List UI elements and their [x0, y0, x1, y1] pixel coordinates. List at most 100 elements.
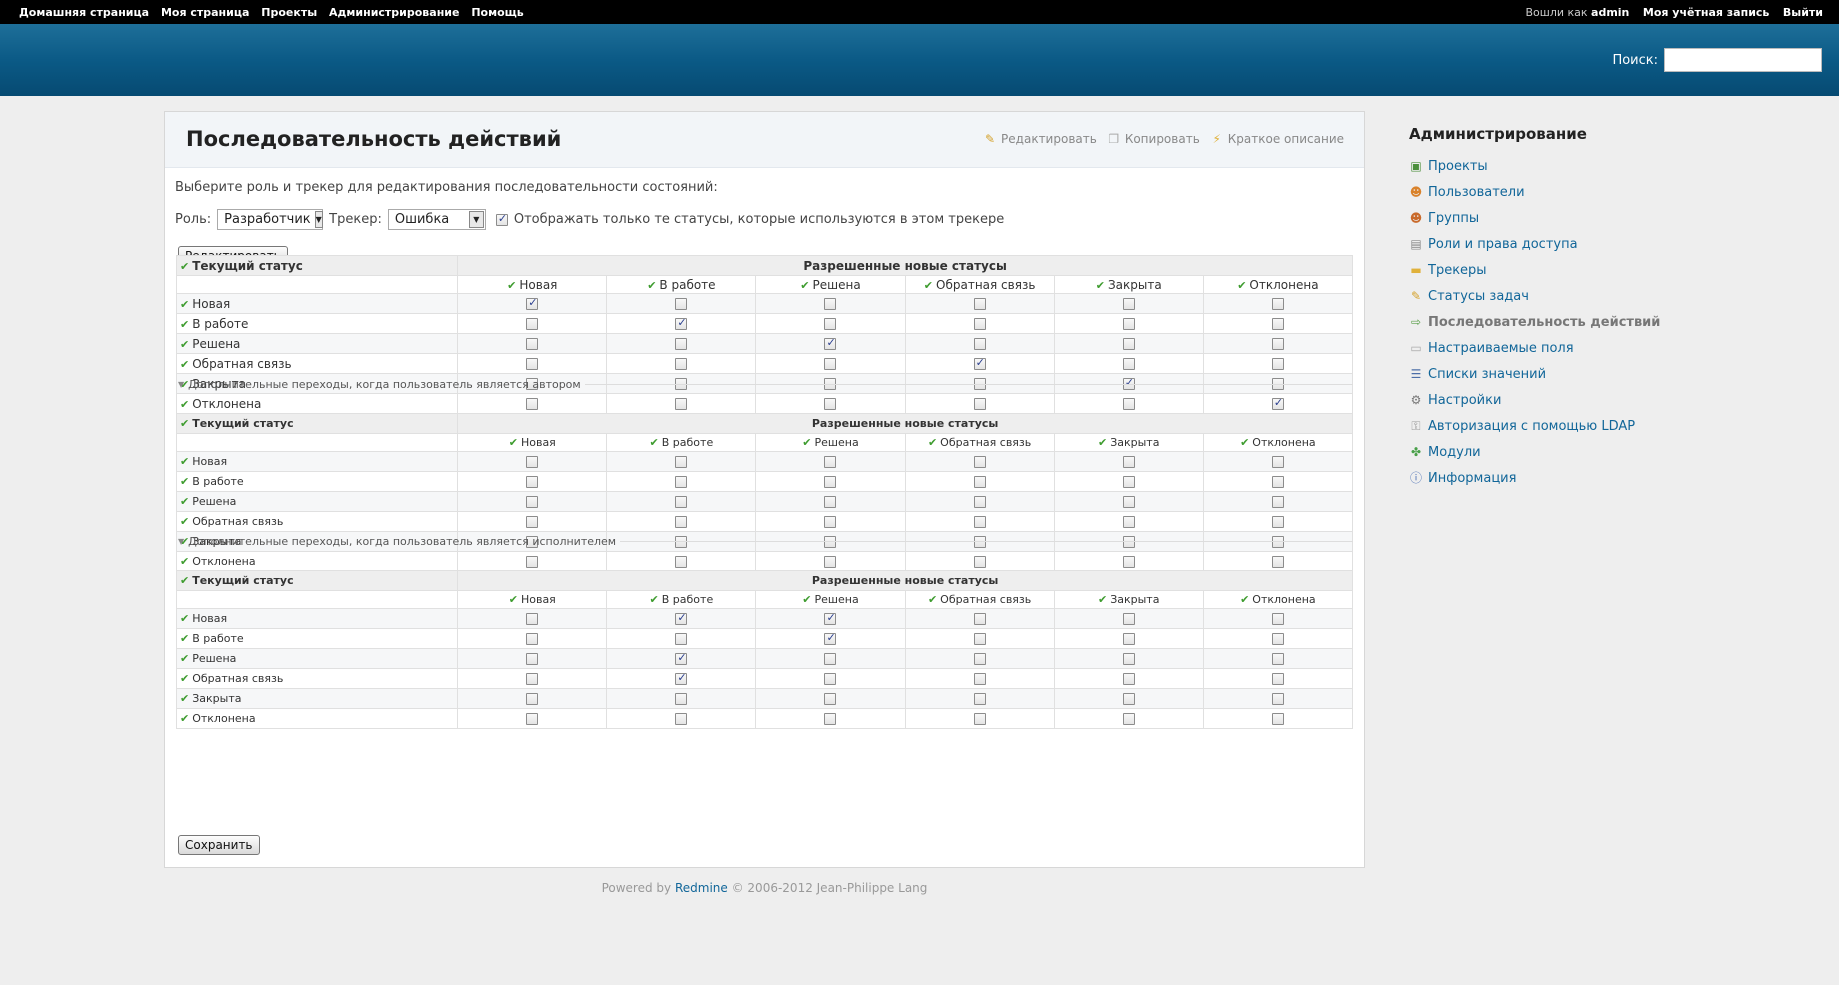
- transition-checkbox[interactable]: [1271, 556, 1284, 568]
- transition-checkbox[interactable]: [526, 693, 539, 705]
- column-header[interactable]: ✔ Новая: [457, 433, 608, 452]
- sidebar-item-ldap[interactable]: ⚿ Авторизация с помощью LDAP: [1409, 413, 1829, 439]
- transition-checkbox[interactable]: [526, 496, 539, 508]
- transition-checkbox[interactable]: [973, 318, 986, 330]
- row-status[interactable]: ✔ Новая: [175, 451, 459, 472]
- column-header[interactable]: ✔ В работе: [606, 433, 757, 452]
- used-only-checkbox[interactable]: [495, 212, 508, 226]
- row-status[interactable]: ✔ Отклонена: [175, 551, 459, 572]
- transition-checkbox[interactable]: [1122, 613, 1135, 625]
- row-status[interactable]: ✔ Отклонена: [175, 393, 459, 414]
- transition-checkbox[interactable]: [675, 456, 688, 468]
- sidebar-item-custom-field[interactable]: ▭ Настраиваемые поля: [1409, 335, 1829, 361]
- row-status[interactable]: ✔ В работе: [175, 313, 459, 334]
- transition-checkbox[interactable]: [1122, 633, 1135, 645]
- transition-checkbox[interactable]: [675, 633, 688, 645]
- sidebar-item-info[interactable]: ⓘ Информация: [1409, 465, 1829, 491]
- transition-checkbox[interactable]: [1122, 398, 1135, 410]
- transition-checkbox[interactable]: [526, 556, 539, 568]
- transition-checkbox[interactable]: [1122, 476, 1135, 488]
- transition-checkbox[interactable]: [526, 673, 539, 685]
- transition-checkbox[interactable]: [1271, 358, 1284, 370]
- menu-administration[interactable]: Администрирование: [329, 6, 459, 19]
- menu-home[interactable]: Домашняя страница: [19, 6, 149, 19]
- transition-checkbox[interactable]: [824, 556, 837, 568]
- menu-my-page[interactable]: Моя страница: [161, 6, 249, 19]
- transition-checkbox[interactable]: [526, 398, 539, 410]
- transition-checkbox[interactable]: [1122, 556, 1135, 568]
- transition-checkbox[interactable]: [973, 298, 986, 310]
- transition-checkbox[interactable]: [675, 496, 688, 508]
- transition-checkbox[interactable]: [1271, 673, 1284, 685]
- transition-checkbox[interactable]: [824, 713, 837, 725]
- transition-checkbox[interactable]: [526, 653, 539, 665]
- transition-checkbox[interactable]: [973, 653, 986, 665]
- transition-checkbox[interactable]: [526, 318, 539, 330]
- transition-checkbox[interactable]: [1271, 713, 1284, 725]
- transition-checkbox[interactable]: [824, 631, 837, 645]
- transition-checkbox[interactable]: [675, 556, 688, 568]
- transition-checkbox[interactable]: [973, 398, 986, 410]
- transition-checkbox[interactable]: [675, 516, 688, 528]
- row-status[interactable]: ✔ Новая: [175, 608, 459, 629]
- transition-checkbox[interactable]: [675, 693, 688, 705]
- transition-checkbox[interactable]: [1122, 713, 1135, 725]
- sidebar-item-projects[interactable]: ▣ Проекты: [1409, 153, 1829, 179]
- column-header[interactable]: ✔ Отклонена: [1202, 433, 1354, 452]
- transition-checkbox[interactable]: [1122, 653, 1135, 665]
- transition-checkbox[interactable]: [973, 613, 986, 625]
- column-header[interactable]: ✔ Обратная связь: [904, 275, 1055, 294]
- row-status[interactable]: ✔ Закрыта: [175, 688, 459, 709]
- search-input[interactable]: [1664, 48, 1822, 72]
- transition-checkbox[interactable]: [1271, 338, 1284, 350]
- transition-checkbox[interactable]: [824, 693, 837, 705]
- transition-checkbox[interactable]: [973, 556, 986, 568]
- sidebar-item-group[interactable]: ☻ Группы: [1409, 205, 1829, 231]
- transition-checkbox[interactable]: [824, 298, 837, 310]
- transition-checkbox[interactable]: [1271, 613, 1284, 625]
- sidebar-item-gear[interactable]: ⚙ Настройки: [1409, 387, 1829, 413]
- sidebar-item-permissions[interactable]: ▤ Роли и права доступа: [1409, 231, 1829, 257]
- row-status[interactable]: ✔ Обратная связь: [175, 511, 459, 532]
- legend-toggle[interactable]: ▼ Дополнительные переходы, когда пользова…: [178, 535, 1353, 548]
- column-header[interactable]: ✔ Решена: [755, 590, 906, 609]
- transition-checkbox[interactable]: [1122, 693, 1135, 705]
- column-header[interactable]: ✔ Закрыта: [1053, 433, 1204, 452]
- legend-toggle[interactable]: ▼ Дополнительные переходы, когда пользова…: [178, 378, 1353, 391]
- transition-checkbox[interactable]: [675, 651, 688, 665]
- transition-checkbox[interactable]: [675, 316, 688, 330]
- sidebar-item-tracker[interactable]: ▬ Трекеры: [1409, 257, 1829, 283]
- transition-checkbox[interactable]: [824, 496, 837, 508]
- transition-checkbox[interactable]: [973, 456, 986, 468]
- column-header[interactable]: ✔ Новая: [457, 590, 608, 609]
- column-header[interactable]: ✔ Новая: [457, 275, 608, 294]
- row-status[interactable]: ✔ Новая: [175, 293, 459, 314]
- transition-checkbox[interactable]: [526, 358, 539, 370]
- transition-checkbox[interactable]: [824, 358, 837, 370]
- sidebar-item-plugin[interactable]: ✤ Модули: [1409, 439, 1829, 465]
- transition-checkbox[interactable]: [1122, 516, 1135, 528]
- transition-checkbox[interactable]: [1122, 456, 1135, 468]
- transition-checkbox[interactable]: [526, 613, 539, 625]
- transition-checkbox[interactable]: [1122, 358, 1135, 370]
- transition-checkbox[interactable]: [675, 398, 688, 410]
- transition-checkbox[interactable]: [1271, 496, 1284, 508]
- tracker-select[interactable]: Ошибка ▼: [387, 209, 486, 230]
- transition-checkbox[interactable]: [675, 611, 688, 625]
- transition-checkbox[interactable]: [1271, 298, 1284, 310]
- row-status[interactable]: ✔ Решена: [175, 491, 459, 512]
- transition-checkbox[interactable]: [675, 338, 688, 350]
- transition-checkbox[interactable]: [824, 456, 837, 468]
- transition-checkbox[interactable]: [526, 633, 539, 645]
- transition-checkbox[interactable]: [526, 476, 539, 488]
- edit-action[interactable]: ✎ Редактировать: [983, 132, 1097, 146]
- transition-checkbox[interactable]: [973, 633, 986, 645]
- transition-checkbox[interactable]: [1271, 516, 1284, 528]
- transition-checkbox[interactable]: [1122, 338, 1135, 350]
- transition-checkbox[interactable]: [1271, 633, 1284, 645]
- transition-checkbox[interactable]: [824, 611, 837, 625]
- row-status[interactable]: ✔ Обратная связь: [175, 668, 459, 689]
- copy-action[interactable]: ❐ Копировать: [1107, 132, 1199, 146]
- transition-checkbox[interactable]: [973, 496, 986, 508]
- transition-checkbox[interactable]: [1122, 673, 1135, 685]
